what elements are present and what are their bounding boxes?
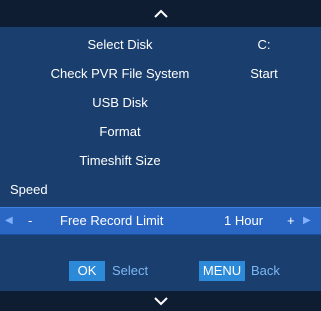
menu-item-select-disk[interactable]: Select Disk C: <box>0 31 321 59</box>
menu-item-label: Check PVR File System <box>50 66 190 81</box>
menu-hint: Back <box>251 263 280 278</box>
scroll-down-bar[interactable] <box>0 291 321 311</box>
triangle-right-icon[interactable]: ▶ <box>303 207 311 235</box>
key-hints: OK Select MENU Back <box>0 258 321 284</box>
menu-item-value <box>224 176 304 204</box>
menu-item-label: Format <box>99 124 141 139</box>
chevron-up-icon <box>153 9 168 18</box>
menu-item-format[interactable]: Format <box>0 118 321 146</box>
menu-item-free-record-limit[interactable]: ◀ - Free Record Limit 1 Hour + ▶ <box>0 207 321 235</box>
menu-item-usb-disk[interactable]: USB Disk <box>0 89 321 117</box>
menu-item-label: Free Record Limit <box>60 213 164 228</box>
menu-item-speed[interactable]: Speed <box>0 176 321 204</box>
menu-item-value <box>224 118 304 146</box>
menu-item-value: C: <box>257 37 271 52</box>
menu-item-check-pvr[interactable]: Check PVR File System Start <box>0 60 321 88</box>
menu-key[interactable]: MENU <box>199 261 245 281</box>
decrement-button[interactable]: - <box>28 207 32 235</box>
menu-item-label: Select Disk <box>87 37 153 52</box>
menu-item-label: Timeshift Size <box>79 153 161 168</box>
triangle-left-icon[interactable]: ◀ <box>5 207 13 235</box>
ok-hint: Select <box>112 263 149 278</box>
menu-item-value: 1 Hour <box>224 213 264 228</box>
ok-key[interactable]: OK <box>69 261 105 281</box>
menu-item-value: Start <box>250 66 278 81</box>
increment-button[interactable]: + <box>287 207 295 235</box>
menu-item-label: Speed <box>10 182 48 197</box>
scroll-up-bar[interactable] <box>0 0 321 27</box>
menu-item-label: USB Disk <box>92 95 148 110</box>
menu-item-timeshift-size[interactable]: Timeshift Size <box>0 147 321 175</box>
menu-item-value <box>224 147 304 175</box>
settings-panel: Select Disk C: Check PVR File System Sta… <box>0 0 321 311</box>
menu-item-value <box>224 89 304 117</box>
chevron-down-icon <box>153 297 168 306</box>
